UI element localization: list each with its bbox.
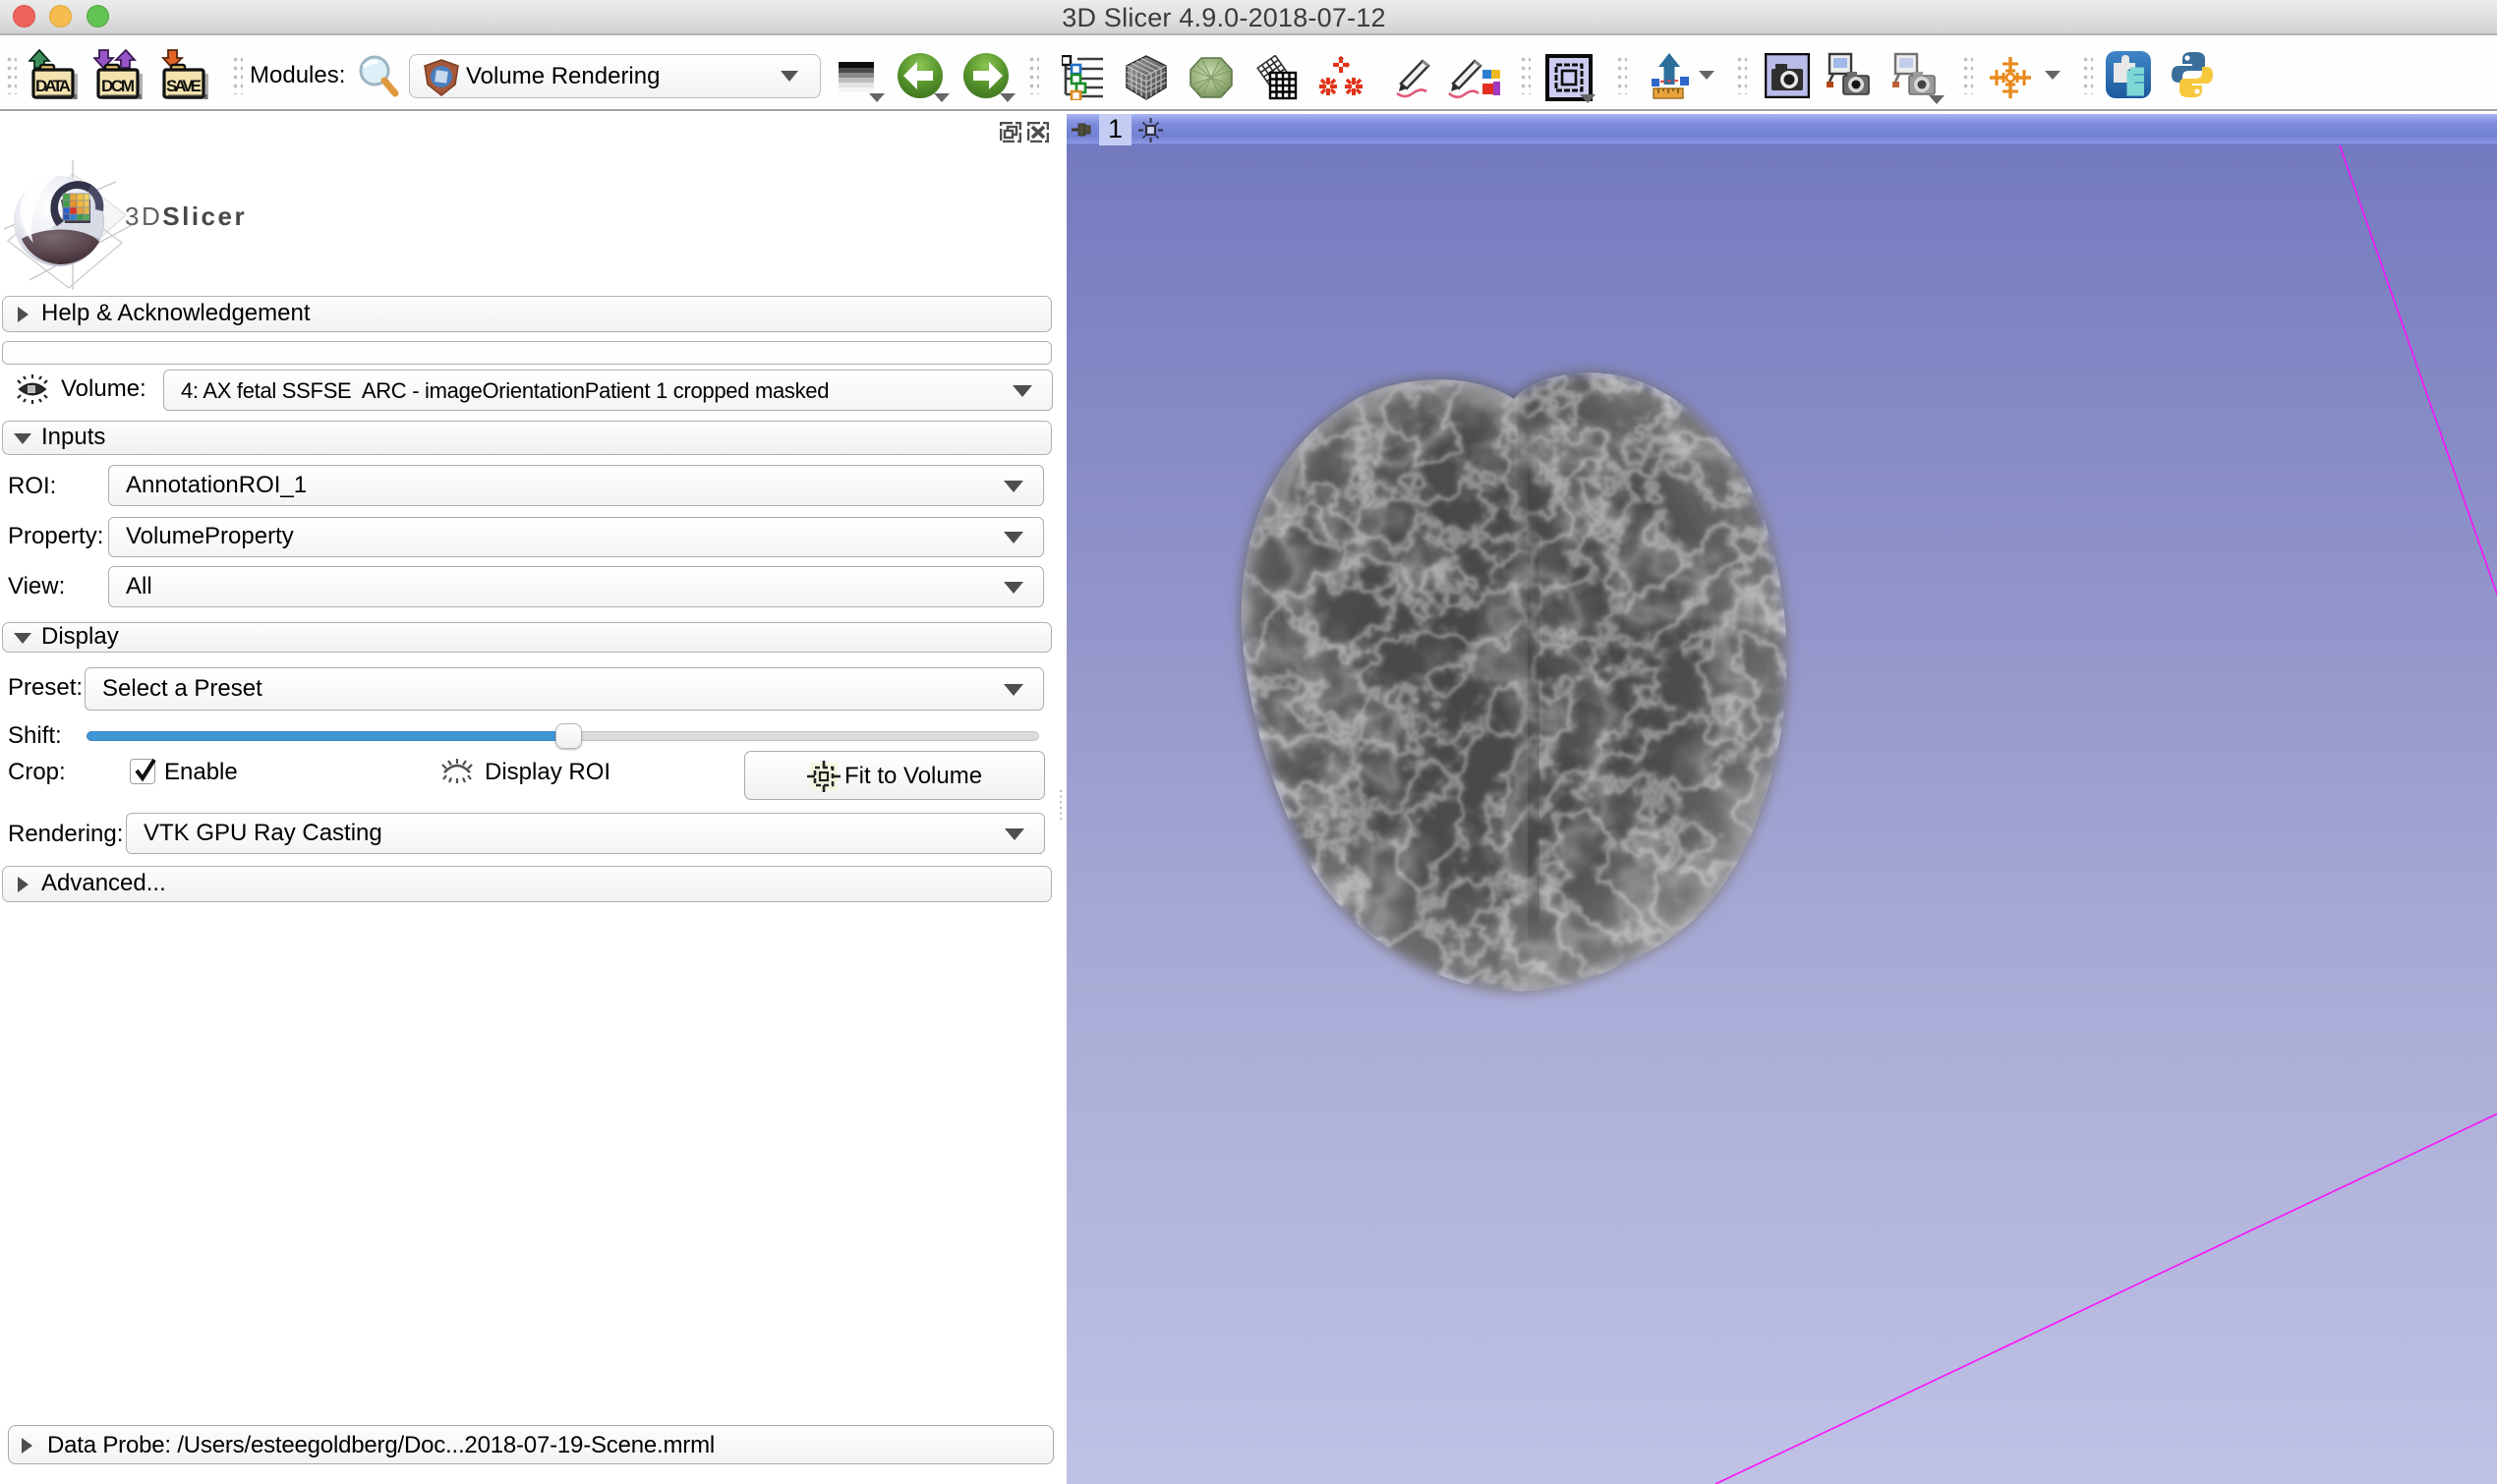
svg-text:DATA: DATA (35, 77, 71, 95)
svg-text:SAVE: SAVE (166, 77, 202, 95)
svg-text:DCM: DCM (101, 77, 135, 95)
